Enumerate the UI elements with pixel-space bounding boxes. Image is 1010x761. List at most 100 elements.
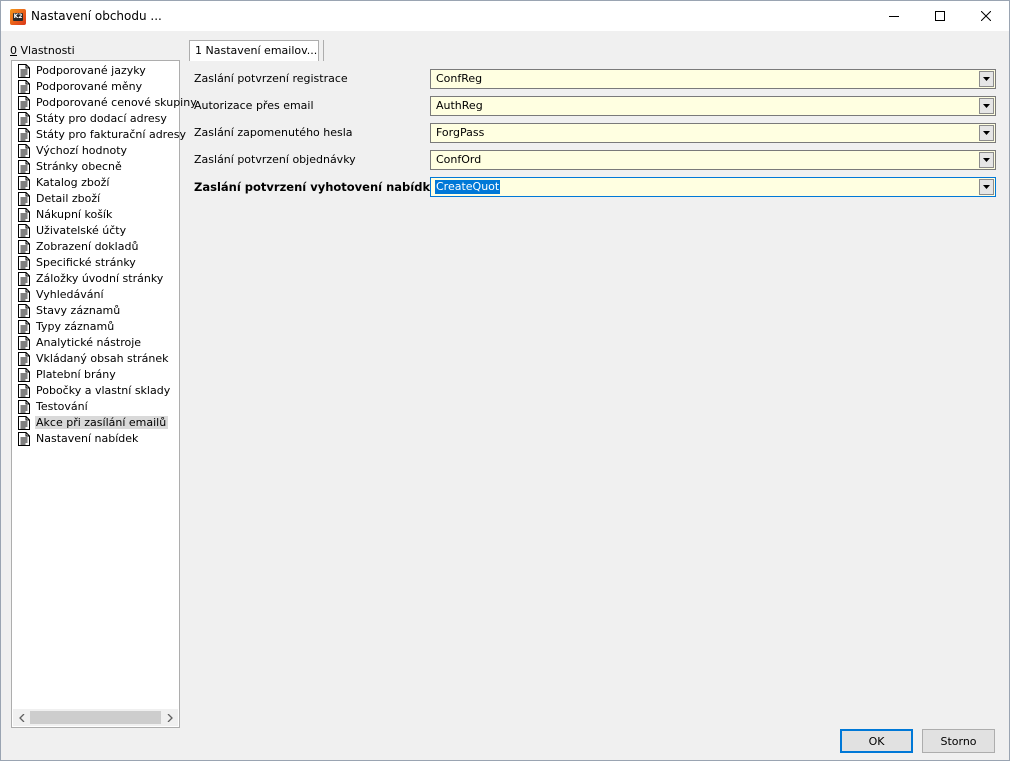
maximize-button[interactable] — [917, 1, 963, 31]
tree-item-label: Platební brány — [36, 368, 116, 381]
document-icon — [18, 144, 30, 158]
select-value: AuthReg — [436, 99, 483, 112]
document-icon — [18, 176, 30, 190]
document-icon — [18, 192, 30, 206]
tree-item-label: Nastavení nabídek — [36, 432, 139, 445]
document-icon — [18, 432, 30, 446]
tree-item-label: Státy pro fakturační adresy — [36, 128, 186, 141]
properties-label: 0 Vlastnosti — [10, 44, 75, 57]
select-value: CreateQuot — [435, 180, 501, 194]
document-icon — [18, 400, 30, 414]
title-bar[interactable]: K2 Nastavení obchodu ... — [1, 1, 1009, 31]
tree-item-label: Záložky úvodní stránky — [36, 272, 164, 285]
email-template-select[interactable]: CreateQuot — [430, 177, 996, 197]
email-template-select[interactable]: AuthReg — [430, 96, 996, 116]
tree-item[interactable]: Podporované cenové skupiny — [12, 95, 197, 111]
tree-item-label: Zobrazení dokladů — [36, 240, 139, 253]
tree-item[interactable]: Pobočky a vlastní sklady — [12, 383, 179, 399]
tree-item[interactable]: Detail zboží — [12, 191, 179, 207]
document-icon — [18, 368, 30, 382]
tree-item[interactable]: Stránky obecně — [12, 159, 179, 175]
tree-item[interactable]: Specifické stránky — [12, 255, 179, 271]
tree-item-label: Podporované jazyky — [36, 64, 146, 77]
tree-items: Podporované jazyky Podporované měny Podpor… — [12, 63, 197, 447]
tree-item-label: Vyhledávání — [36, 288, 104, 301]
document-icon — [18, 96, 30, 110]
tree-item-label: Detail zboží — [36, 192, 101, 205]
tree-item-label: Státy pro dodací adresy — [36, 112, 167, 125]
settings-tree[interactable]: Podporované jazyky Podporované měny Podpor… — [11, 60, 197, 728]
tree-item-label: Stránky obecně — [36, 160, 122, 173]
dropdown-arrow-icon[interactable] — [979, 179, 994, 195]
tree-item[interactable]: Vyhledávání — [12, 287, 179, 303]
minimize-button[interactable] — [871, 1, 917, 31]
maximize-icon — [935, 11, 945, 21]
ok-button[interactable]: OK — [840, 729, 913, 753]
document-icon — [18, 416, 30, 430]
tree-item[interactable]: Analytické nástroje — [12, 335, 179, 351]
document-icon — [18, 272, 30, 286]
email-template-select[interactable]: ConfOrd — [430, 150, 996, 170]
scroll-right-icon[interactable] — [161, 709, 178, 726]
tree-item[interactable]: Typy záznamů — [12, 319, 179, 335]
tree-item[interactable]: Podporované měny — [12, 79, 179, 95]
tree-item-label: Testování — [36, 400, 88, 413]
dropdown-arrow-icon[interactable] — [979, 152, 994, 168]
window-title: Nastavení obchodu ... — [31, 9, 162, 23]
tree-item-label: Nákupní košík — [36, 208, 113, 221]
document-icon — [18, 336, 30, 350]
tree-item[interactable]: Nákupní košík — [12, 207, 179, 223]
document-icon — [18, 160, 30, 174]
tree-item[interactable]: Výchozí hodnoty — [12, 143, 179, 159]
close-icon — [981, 11, 991, 21]
field-label: Zaslání zapomenutého hesla — [194, 126, 353, 139]
tree-item[interactable]: Podporované jazyky — [12, 63, 179, 79]
scroll-thumb[interactable] — [30, 711, 161, 724]
document-icon — [18, 352, 30, 366]
document-icon — [18, 240, 30, 254]
document-icon — [18, 112, 30, 126]
tree-item[interactable]: Státy pro fakturační adresy — [12, 127, 186, 143]
email-template-select[interactable]: ForgPass — [430, 123, 996, 143]
tree-item[interactable]: Stavy záznamů — [12, 303, 179, 319]
tree-item-label: Vkládaný obsah stránek — [36, 352, 169, 365]
dropdown-arrow-icon[interactable] — [979, 71, 994, 87]
select-value: ConfReg — [436, 72, 483, 85]
tree-item[interactable]: Uživatelské účty — [12, 223, 179, 239]
dropdown-arrow-icon[interactable] — [979, 98, 994, 114]
tree-item-label: Pobočky a vlastní sklady — [36, 384, 171, 397]
tab-divider — [323, 40, 324, 61]
field-label: Autorizace přes email — [194, 99, 314, 112]
field-label: Zaslání potvrzení objednávky — [194, 153, 356, 166]
tree-item-label: Uživatelské účty — [36, 224, 127, 237]
cancel-button[interactable]: Storno — [922, 729, 995, 753]
tree-item[interactable]: Katalog zboží — [12, 175, 179, 191]
document-icon — [18, 320, 30, 334]
email-template-select[interactable]: ConfReg — [430, 69, 996, 89]
tree-item[interactable]: Zobrazení dokladů — [12, 239, 179, 255]
dropdown-arrow-icon[interactable] — [979, 125, 994, 141]
document-icon — [18, 256, 30, 270]
tree-item-label: Podporované cenové skupiny — [36, 96, 197, 109]
tree-item[interactable]: Platební brány — [12, 367, 179, 383]
tree-item-label: Typy záznamů — [36, 320, 115, 333]
tree-item-label: Specifické stránky — [36, 256, 136, 269]
document-icon — [18, 224, 30, 238]
tab-email-settings[interactable]: 1 Nastavení emailov... — [189, 40, 319, 61]
document-icon — [18, 304, 30, 318]
tree-item-label: Akce při zasílání emailů — [35, 416, 169, 429]
document-icon — [18, 128, 30, 142]
tree-item[interactable]: Akce při zasílání emailů — [12, 415, 179, 431]
scroll-left-icon[interactable] — [13, 709, 30, 726]
tree-item-label: Analytické nástroje — [36, 336, 142, 349]
tree-item[interactable]: Státy pro dodací adresy — [12, 111, 179, 127]
tree-item[interactable]: Záložky úvodní stránky — [12, 271, 179, 287]
minimize-icon — [889, 16, 899, 17]
horizontal-scrollbar[interactable] — [13, 709, 178, 726]
tree-item[interactable]: Vkládaný obsah stránek — [12, 351, 179, 367]
tree-item[interactable]: Nastavení nabídek — [12, 431, 179, 447]
tree-item[interactable]: Testování — [12, 399, 179, 415]
document-icon — [18, 384, 30, 398]
close-button[interactable] — [963, 1, 1009, 31]
document-icon — [18, 80, 30, 94]
